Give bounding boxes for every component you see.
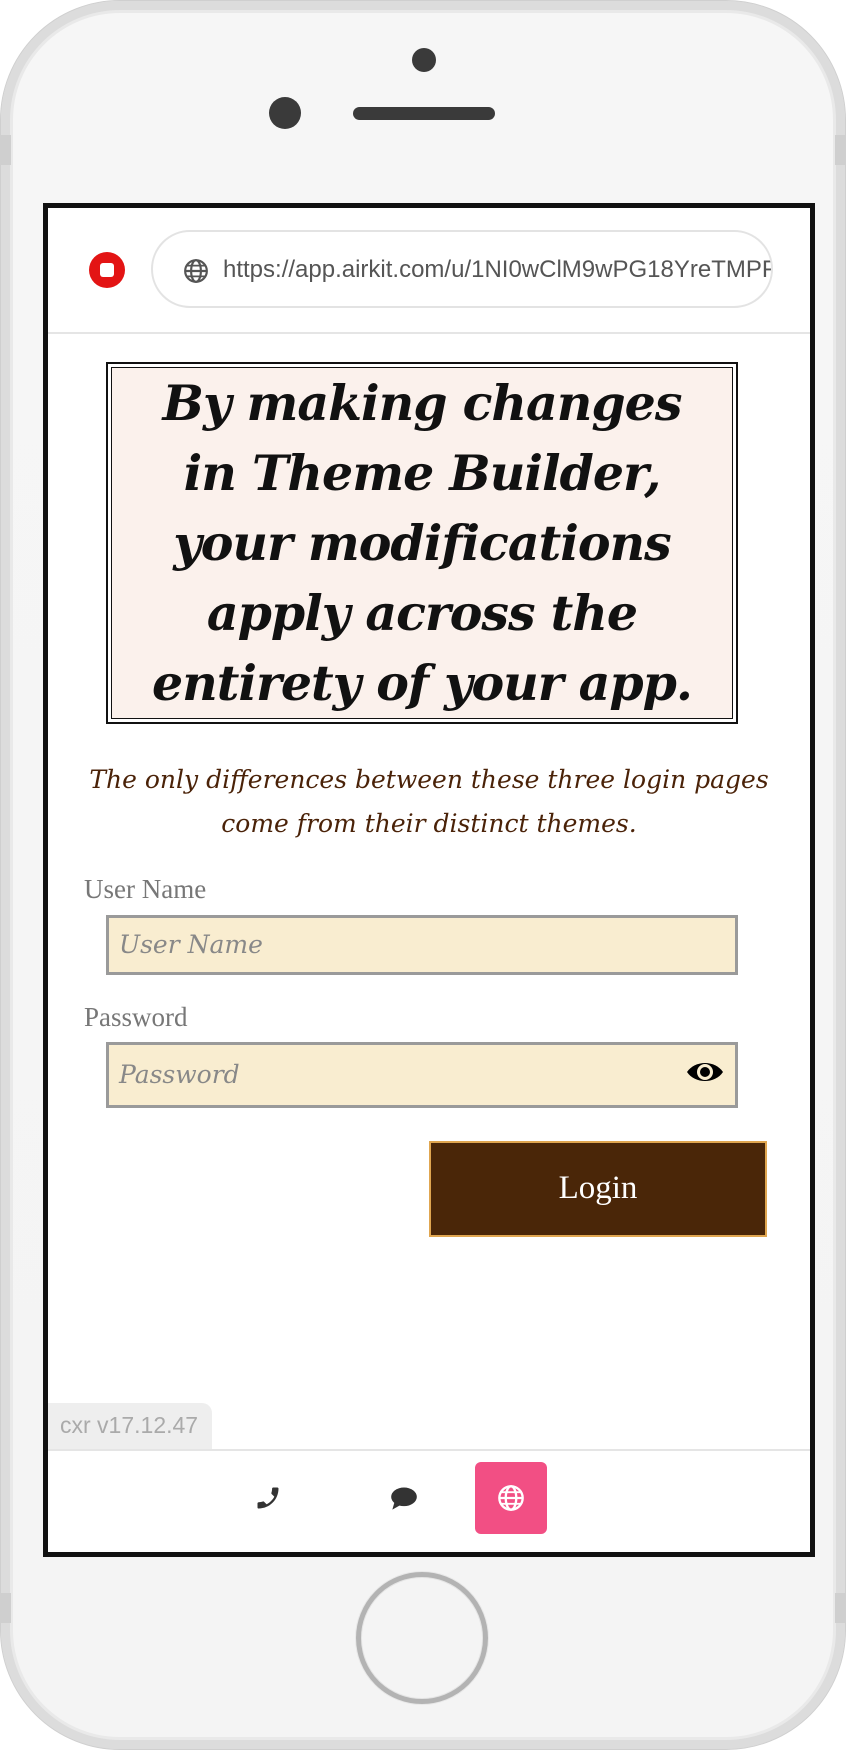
username-input[interactable]: User Name (106, 915, 738, 975)
earpiece-speaker (353, 107, 495, 120)
banner-inner: By making changes in Theme Builder, your… (111, 367, 733, 719)
stop-icon (100, 263, 114, 277)
side-button-left (1, 135, 11, 165)
url-text: https://app.airkit.com/u/1NI0wClM9wPG18Y… (223, 256, 773, 283)
password-label: Password (84, 1002, 188, 1032)
username-placeholder: User Name (119, 930, 263, 959)
intro-text: The only differences between these three… (89, 765, 769, 838)
side-button-right-lower (835, 1593, 845, 1623)
show-password-eye-icon[interactable] (685, 1055, 725, 1089)
nav-phone-button[interactable] (232, 1462, 304, 1534)
version-label: cxr v17.12.47 (48, 1403, 212, 1449)
home-button[interactable] (356, 1572, 488, 1704)
side-button-left-lower (1, 1593, 11, 1623)
globe-icon (498, 1485, 524, 1511)
globe-icon (184, 259, 208, 283)
theme-banner: By making changes in Theme Builder, your… (106, 362, 738, 724)
front-camera (269, 97, 301, 129)
stop-recording-button[interactable] (89, 252, 125, 288)
login-button[interactable]: Login (429, 1141, 767, 1237)
banner-title: By making changes in Theme Builder, your… (151, 374, 693, 712)
browser-toolbar: https://app.airkit.com/u/1NI0wClM9wPG18Y… (48, 208, 810, 334)
phone-screen: https://app.airkit.com/u/1NI0wClM9wPG18Y… (43, 203, 815, 1557)
username-label: User Name (84, 874, 207, 904)
front-sensor (412, 48, 436, 72)
phone-icon (257, 1487, 279, 1509)
bottom-nav-bar (48, 1449, 810, 1552)
address-bar[interactable]: https://app.airkit.com/u/1NI0wClM9wPG18Y… (151, 230, 773, 308)
nav-web-button[interactable] (475, 1462, 547, 1534)
side-button-right (835, 135, 845, 165)
password-input[interactable]: Password (106, 1042, 738, 1108)
chat-bubble-icon (391, 1487, 417, 1510)
nav-chat-button[interactable] (368, 1462, 440, 1534)
phone-frame: https://app.airkit.com/u/1NI0wClM9wPG18Y… (0, 0, 846, 1750)
password-placeholder: Password (119, 1060, 240, 1089)
